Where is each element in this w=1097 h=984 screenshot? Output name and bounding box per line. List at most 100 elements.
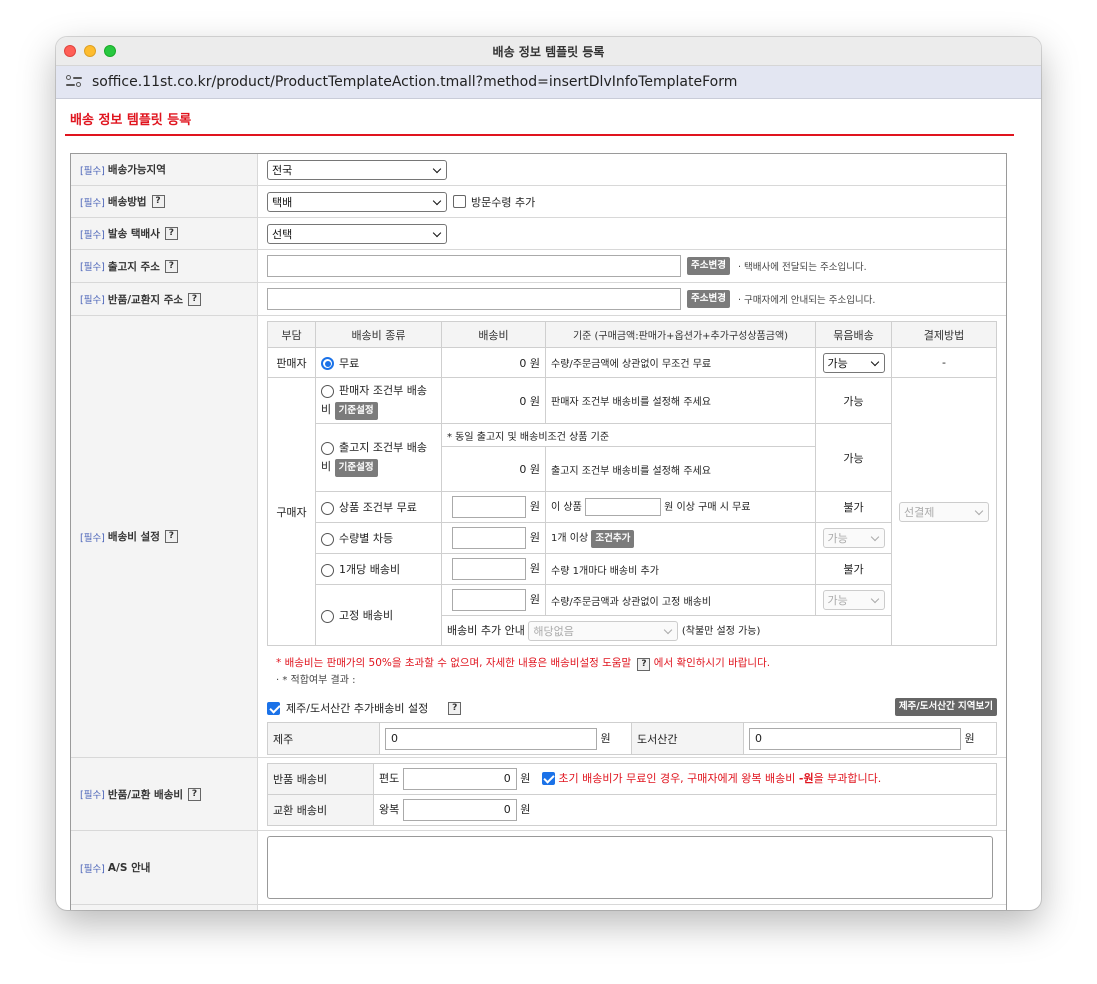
unit-label: 원 [529,531,540,544]
return-note: · 구매자에게 안내되는 주소입니다. [737,295,876,306]
product-cond-radio[interactable] [321,501,334,515]
return-change-button[interactable]: 주소변경 [687,290,730,308]
pay-free: - [891,347,997,378]
island-header: 제주/도서산간 추가배송비 설정 ? 제주/도서산간 지역보기 [267,698,997,716]
roundtrip-checkbox[interactable] [541,772,555,785]
visit-pickup-checkbox[interactable] [453,195,466,208]
warning-text2: 에서 확인하시기 바랍니다. [653,657,771,669]
label-next [71,905,258,910]
unit-label: 원 [520,802,531,816]
method-select[interactable]: 택배 [267,191,447,212]
fixed-radio[interactable] [321,609,334,623]
jeju-cell: 0 원 [379,722,632,755]
row-origin: [필수] 출고지 주소? 주소변경 · 택배사에 전달되는 주소입니다. [71,250,1006,283]
notice-text: 초기 배송비가 무료인 경우, 구매자에게 왕복 배송비 [558,771,796,785]
label-text: 반품/교환 배송비 [107,788,184,801]
fee-product-cond: 원 [441,491,546,523]
return-address-input[interactable] [267,288,681,310]
header-cell: 배송비 종류 [315,321,442,348]
value-method: 택배 방문수령 추가 [258,186,1006,217]
return-fee-cell: 편도 0 원 초기 배송비가 무료인 경우, 구매자에게 왕복 배송비 -원을 … [373,762,997,795]
help-icon[interactable]: ? [151,195,165,208]
zoom-button[interactable] [104,45,116,57]
type-per-item: 1개당 배송비 [315,553,442,585]
seller-cond-setting-button[interactable]: 기준설정 [334,402,378,420]
help-icon[interactable]: ? [164,227,178,240]
table-row: 1개당 배송비 원 수량 1개마다 배송비 추가 불가 [268,553,997,585]
value-fee: 부담 배송비 종류 배송비 기준 (구매금액:판매가+옵션가+추가구성상품금액)… [258,316,1006,757]
island-cell: 0 원 [743,722,997,755]
origin-cond-setting-button[interactable]: 기준설정 [334,459,378,477]
table-header-row: 부담 배송비 종류 배송비 기준 (구매금액:판매가+옵션가+추가구성상품금액)… [267,321,997,348]
fee-warning: * 배송비는 판매가의 50%을 초과할 수 없으며, 자세한 내용은 배송비설… [276,654,997,672]
site-settings-icon[interactable] [66,75,82,89]
help-icon[interactable]: ? [448,701,462,715]
value-courier: 선택 [258,218,1006,249]
url-text: soffice.11st.co.kr/product/ProductTempla… [92,74,738,90]
add-condition-button[interactable]: 조건추가 [591,529,635,548]
type-qty-diff: 수량별 차등 [315,522,442,554]
address-bar[interactable]: soffice.11st.co.kr/product/ProductTempla… [56,66,1041,99]
header-cell: 배송비 [441,321,546,348]
label-fee: [필수] 배송비 설정? [71,316,258,757]
table-row: 구매자 판매자 조건부 배송 비 기준설정 0 원 판매자 조건부 배송비를 설정… [267,377,997,646]
fixed-bundle-select[interactable]: 가능 [822,590,885,610]
per-item-fee-input[interactable] [452,558,527,580]
help-icon[interactable]: ? [164,259,178,273]
exchange-fee-cell: 왕복 0 원 [373,793,997,826]
window-controls [64,45,116,57]
exchange-fee-label: 교환 배송비 [267,793,374,826]
help-icon[interactable]: ? [164,530,178,543]
seller-cond-radio[interactable] [321,384,334,398]
product-cond-amount-input[interactable] [584,498,661,516]
bundle-per-item: 불가 [815,553,892,585]
label-region: [필수] 배송가능지역 [71,154,258,185]
fit-result: · * 적합여부 결과 : [276,675,356,686]
fixed-fee-input[interactable] [452,589,527,611]
island-region-button[interactable]: 제주/도서산간 지역보기 [894,698,997,716]
fee-fixed: 원 [441,584,546,616]
pay-method-select[interactable]: 선결제 [899,501,989,522]
help-icon[interactable]: ? [637,658,651,671]
label-origin: [필수] 출고지 주소? [71,250,258,282]
row-region: [필수] 배송가능지역 전국 [71,154,1006,186]
required-tag: [필수] [80,197,105,209]
fee-warnings: * 배송비는 판매가의 50%을 초과할 수 없으며, 자세한 내용은 배송비설… [276,654,997,690]
origin-change-button[interactable]: 주소변경 [687,257,730,275]
courier-select[interactable]: 선택 [267,223,447,244]
row-method: [필수] 배송방법? 택배 방문수령 추가 [71,186,1006,218]
product-cond-fee-input[interactable] [452,496,527,518]
qty-diff-radio[interactable] [321,532,334,546]
label-text: 배송가능지역 [107,164,166,176]
visit-pickup-label: 방문수령 추가 [471,195,536,209]
close-button[interactable] [64,45,76,57]
island-input[interactable]: 0 [749,727,961,750]
extra-label: 배송비 추가 안내 [447,623,525,637]
qty-diff-fee-input[interactable] [452,527,527,549]
help-icon[interactable]: ? [188,292,202,306]
extra-select[interactable]: 해당없음 [528,620,679,641]
minimize-button[interactable] [84,45,96,57]
qty-diff-bundle-select[interactable]: 가능 [822,528,885,548]
as-textarea[interactable] [267,836,993,899]
jeju-input[interactable]: 0 [385,727,597,750]
help-icon[interactable]: ? [188,787,202,801]
region-select[interactable]: 전국 [267,159,447,180]
template-form: [필수] 배송가능지역 전국 [필수] 배송방법? 택배 방문수령 추가 [필수] 발… [70,153,1007,910]
table-row: 반품 배송비 편도 0 원 초기 배송비가 무료인 경우, 구매자에게 왕복 배… [267,762,997,795]
per-item-radio[interactable] [321,563,334,577]
table-row: 판매자 무료 0 원 수량/주문금액에 상관없이 무조건 무료 가능 - [267,347,997,378]
free-radio[interactable] [321,357,334,370]
value-return-fee: 반품 배송비 편도 0 원 초기 배송비가 무료인 경우, 구매자에게 왕복 배… [258,758,1006,830]
origin-cond-radio[interactable] [321,441,334,455]
value-as [258,831,1006,904]
island-checkbox[interactable] [267,701,280,715]
label-courier: [필수] 발송 택배사? [71,218,258,249]
fixed-label: 고정 배송비 [339,609,394,622]
header-cell: 묶음배송 [815,321,892,348]
bundle-origin-cond: 가능 [815,423,892,492]
exchange-fee-input[interactable]: 0 [402,798,517,821]
return-fee-input[interactable]: 0 [402,767,517,790]
bundle-select[interactable]: 가능 [822,352,885,373]
origin-address-input[interactable] [267,255,681,277]
